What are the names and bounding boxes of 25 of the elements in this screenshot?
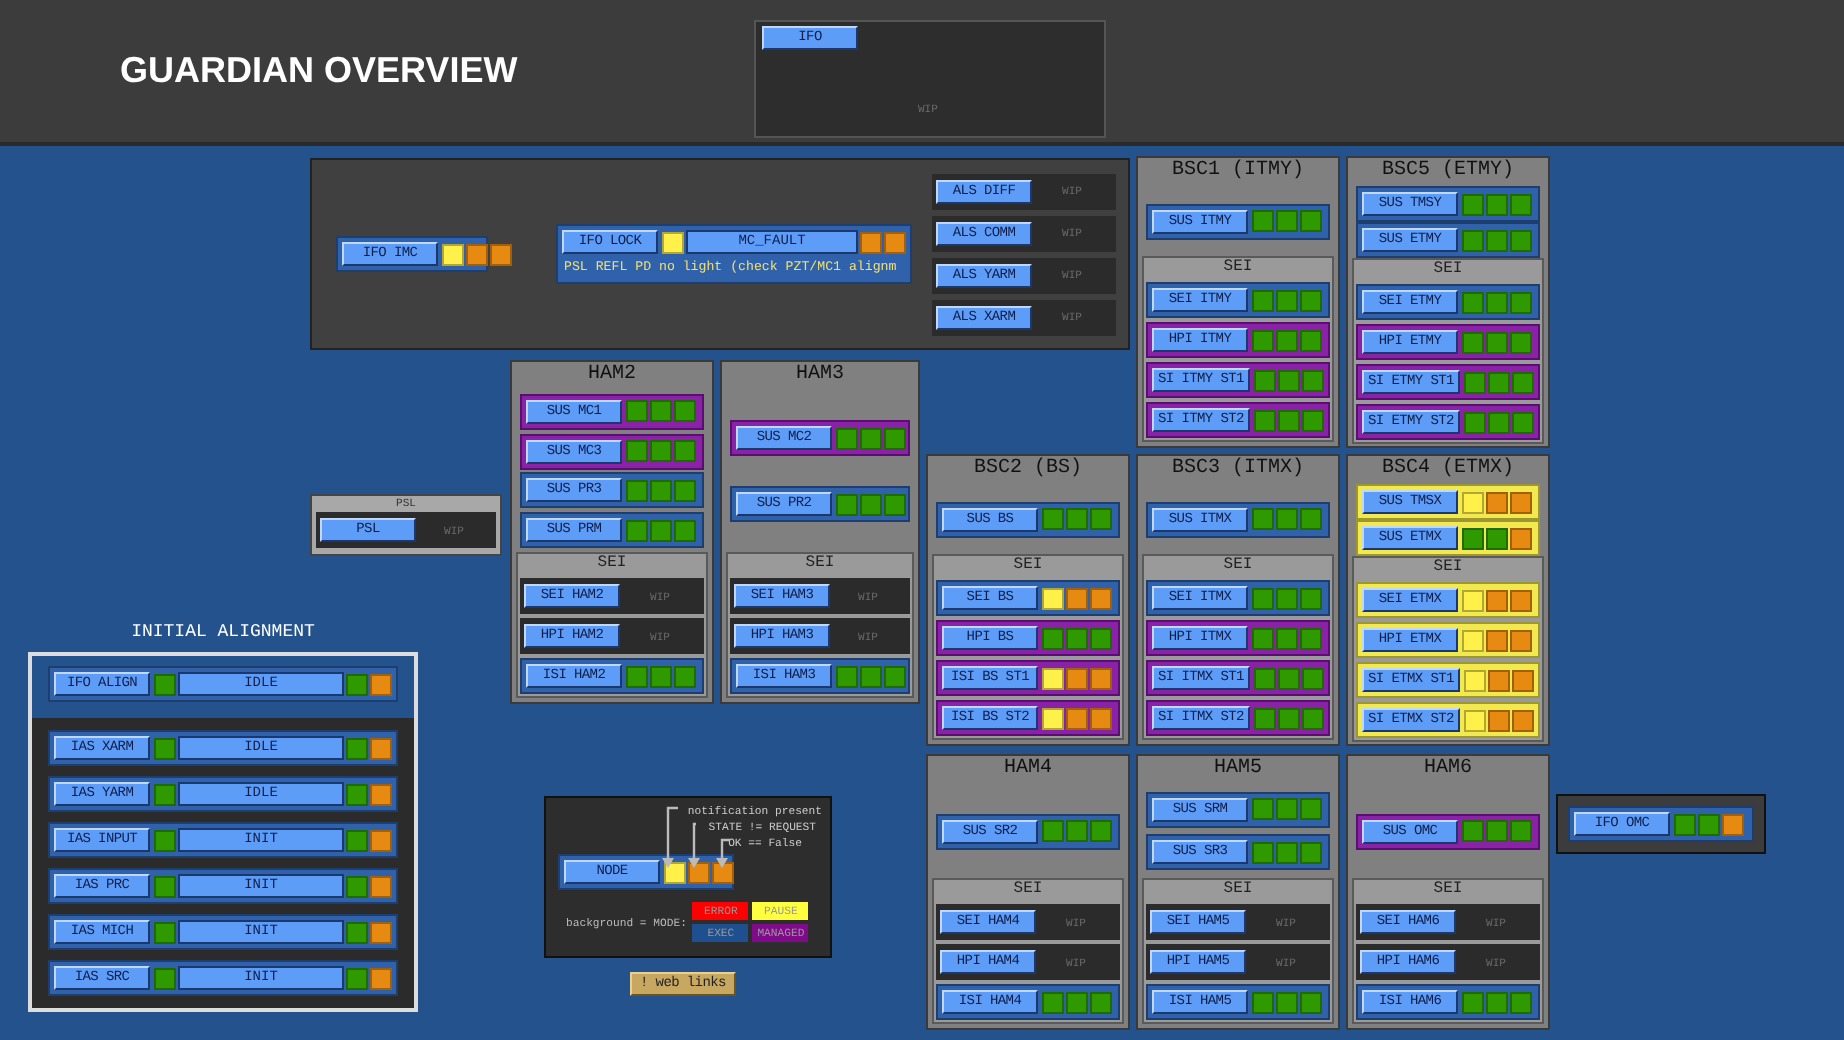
sei-title: SEI xyxy=(1431,880,1465,900)
sei-title: SEI xyxy=(1221,880,1255,900)
chamber-title: BSC3 (ITMX) xyxy=(1169,456,1306,484)
page-title: GUARDIAN OVERVIEW xyxy=(120,50,518,92)
chamber-title: BSC2 (BS) xyxy=(971,456,1084,484)
sei-title: SEI xyxy=(1221,556,1255,576)
chamber-title: BSC5 (ETMY) xyxy=(1379,158,1516,186)
sei-title: SEI xyxy=(1011,880,1045,900)
chamber-title: BSC1 (ITMY) xyxy=(1169,158,1306,186)
sei-title: SEI xyxy=(1431,260,1465,280)
sei-title: SEI xyxy=(803,554,837,574)
section-title: INITIAL ALIGNMENT xyxy=(129,620,317,646)
chamber-title: HAM4 xyxy=(1001,756,1054,784)
sei-title: SEI xyxy=(1431,558,1465,578)
chamber-title: HAM6 xyxy=(1421,756,1474,784)
pointer-arrow xyxy=(716,838,730,868)
sei-title: SEI xyxy=(1221,258,1255,278)
chamber-title: HAM3 xyxy=(793,362,846,390)
sei-title: SEI xyxy=(1011,556,1045,576)
chamber-title: HAM2 xyxy=(585,362,638,390)
sei-title: SEI xyxy=(595,554,629,574)
pointer-arrow xyxy=(688,822,700,868)
chamber-title: HAM5 xyxy=(1211,756,1264,784)
pointer-arrow xyxy=(662,806,678,868)
chamber-title: BSC4 (ETMX) xyxy=(1379,456,1516,484)
